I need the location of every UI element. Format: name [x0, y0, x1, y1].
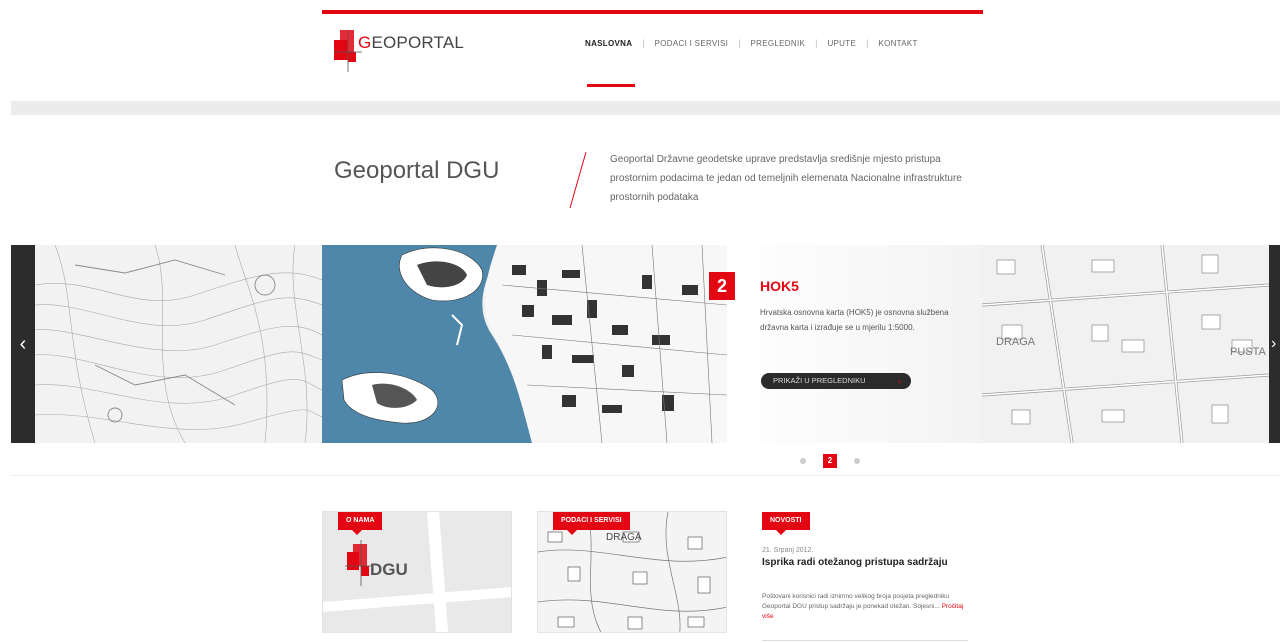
badge-o-nama[interactable]: O NAMA — [338, 512, 383, 535]
badge-podaci-i-servisi[interactable]: PODACI I SERVISI — [553, 512, 630, 535]
chevron-left-icon: ‹ — [19, 333, 27, 355]
map-label-pusta: PUSTA — [1230, 346, 1267, 358]
map-label-draga: DRAGA — [996, 336, 1036, 348]
header-band — [11, 101, 1280, 115]
slide-map-next: DRAGA PUSTA — [982, 245, 1269, 443]
card-data-footer — [537, 632, 727, 643]
page-title: Geoportal DGU — [334, 157, 500, 184]
news-body-text: Poštovani korisnici radi iznimno velikog… — [762, 593, 950, 610]
header — [0, 14, 1280, 102]
slide-title: HOK5 — [760, 278, 799, 294]
card-map-label-draga: DRAGA — [606, 532, 642, 543]
chevron-right-icon: › — [1271, 335, 1277, 352]
nav-item-naslovna[interactable]: NASLOVNA — [585, 39, 640, 48]
nav-active-indicator — [587, 84, 635, 87]
slide-caption-panel — [727, 245, 982, 443]
news-date: 21. Srpanj 2012. — [762, 547, 814, 554]
nav-item-podaci-i-servisi[interactable]: PODACI I SERVISI — [647, 39, 737, 48]
show-in-viewer-label: PRIKAŽI U PREGLEDNIKU — [773, 376, 866, 385]
slide-map-hok5 — [322, 245, 727, 443]
card-about[interactable] — [322, 511, 512, 643]
news-title[interactable]: Isprika radi otežanog pristupa sadržaju — [762, 557, 962, 569]
logo-text-rest: EOPORTAL — [371, 33, 465, 52]
slider-prev-button[interactable]: ‹ — [11, 245, 35, 443]
page: GEOPORTAL NASLOVNA | PODACI I SERVISI | … — [0, 0, 1280, 643]
card-about-footer — [322, 632, 512, 643]
badge-novosti[interactable]: NOVOSTI — [762, 512, 810, 535]
nav-item-kontakt[interactable]: KONTAKT — [870, 39, 925, 48]
slider-dot-3[interactable] — [854, 458, 860, 464]
logo-text-first: G — [358, 33, 372, 52]
slider-dot-1[interactable] — [800, 458, 806, 464]
section-divider — [11, 475, 1280, 476]
slider-dot-2[interactable]: 2 — [823, 454, 837, 468]
geoportal-logo[interactable]: GEOPORTAL — [334, 26, 464, 72]
logo-text: GEOPORTAL — [358, 33, 464, 53]
news-divider — [762, 640, 968, 641]
nav-item-preglednik[interactable]: PREGLEDNIK — [743, 39, 814, 48]
news-body: Poštovani korisnici radi iznimno velikog… — [762, 592, 972, 622]
slider-next-button[interactable]: › — [1269, 245, 1280, 443]
slide-number-badge: 2 — [709, 272, 735, 300]
slide-map-previous — [35, 245, 322, 443]
intro-description: Geoportal Državne geodetske uprave preds… — [610, 154, 962, 203]
slide-description: Hrvatska osnovna karta (HOK5) je osnovna… — [760, 308, 949, 332]
chevron-right-icon: › — [898, 376, 901, 386]
title-divider-slash — [569, 151, 587, 209]
nav-item-upute[interactable]: UPUTE — [819, 39, 864, 48]
show-in-viewer-button[interactable]: PRIKAŽI U PREGLEDNIKU › — [761, 373, 911, 389]
card-data-services[interactable]: DRAGA — [537, 511, 727, 643]
slider-pagination: 2 — [790, 454, 870, 468]
dgu-logo-text: DGU — [370, 560, 408, 579]
hero-slider: DRAGA PUSTA 2 HOK5 Hrvatska osnovna kart… — [11, 245, 1280, 443]
main-nav: NASLOVNA | PODACI I SERVISI | PREGLEDNIK… — [585, 36, 926, 50]
